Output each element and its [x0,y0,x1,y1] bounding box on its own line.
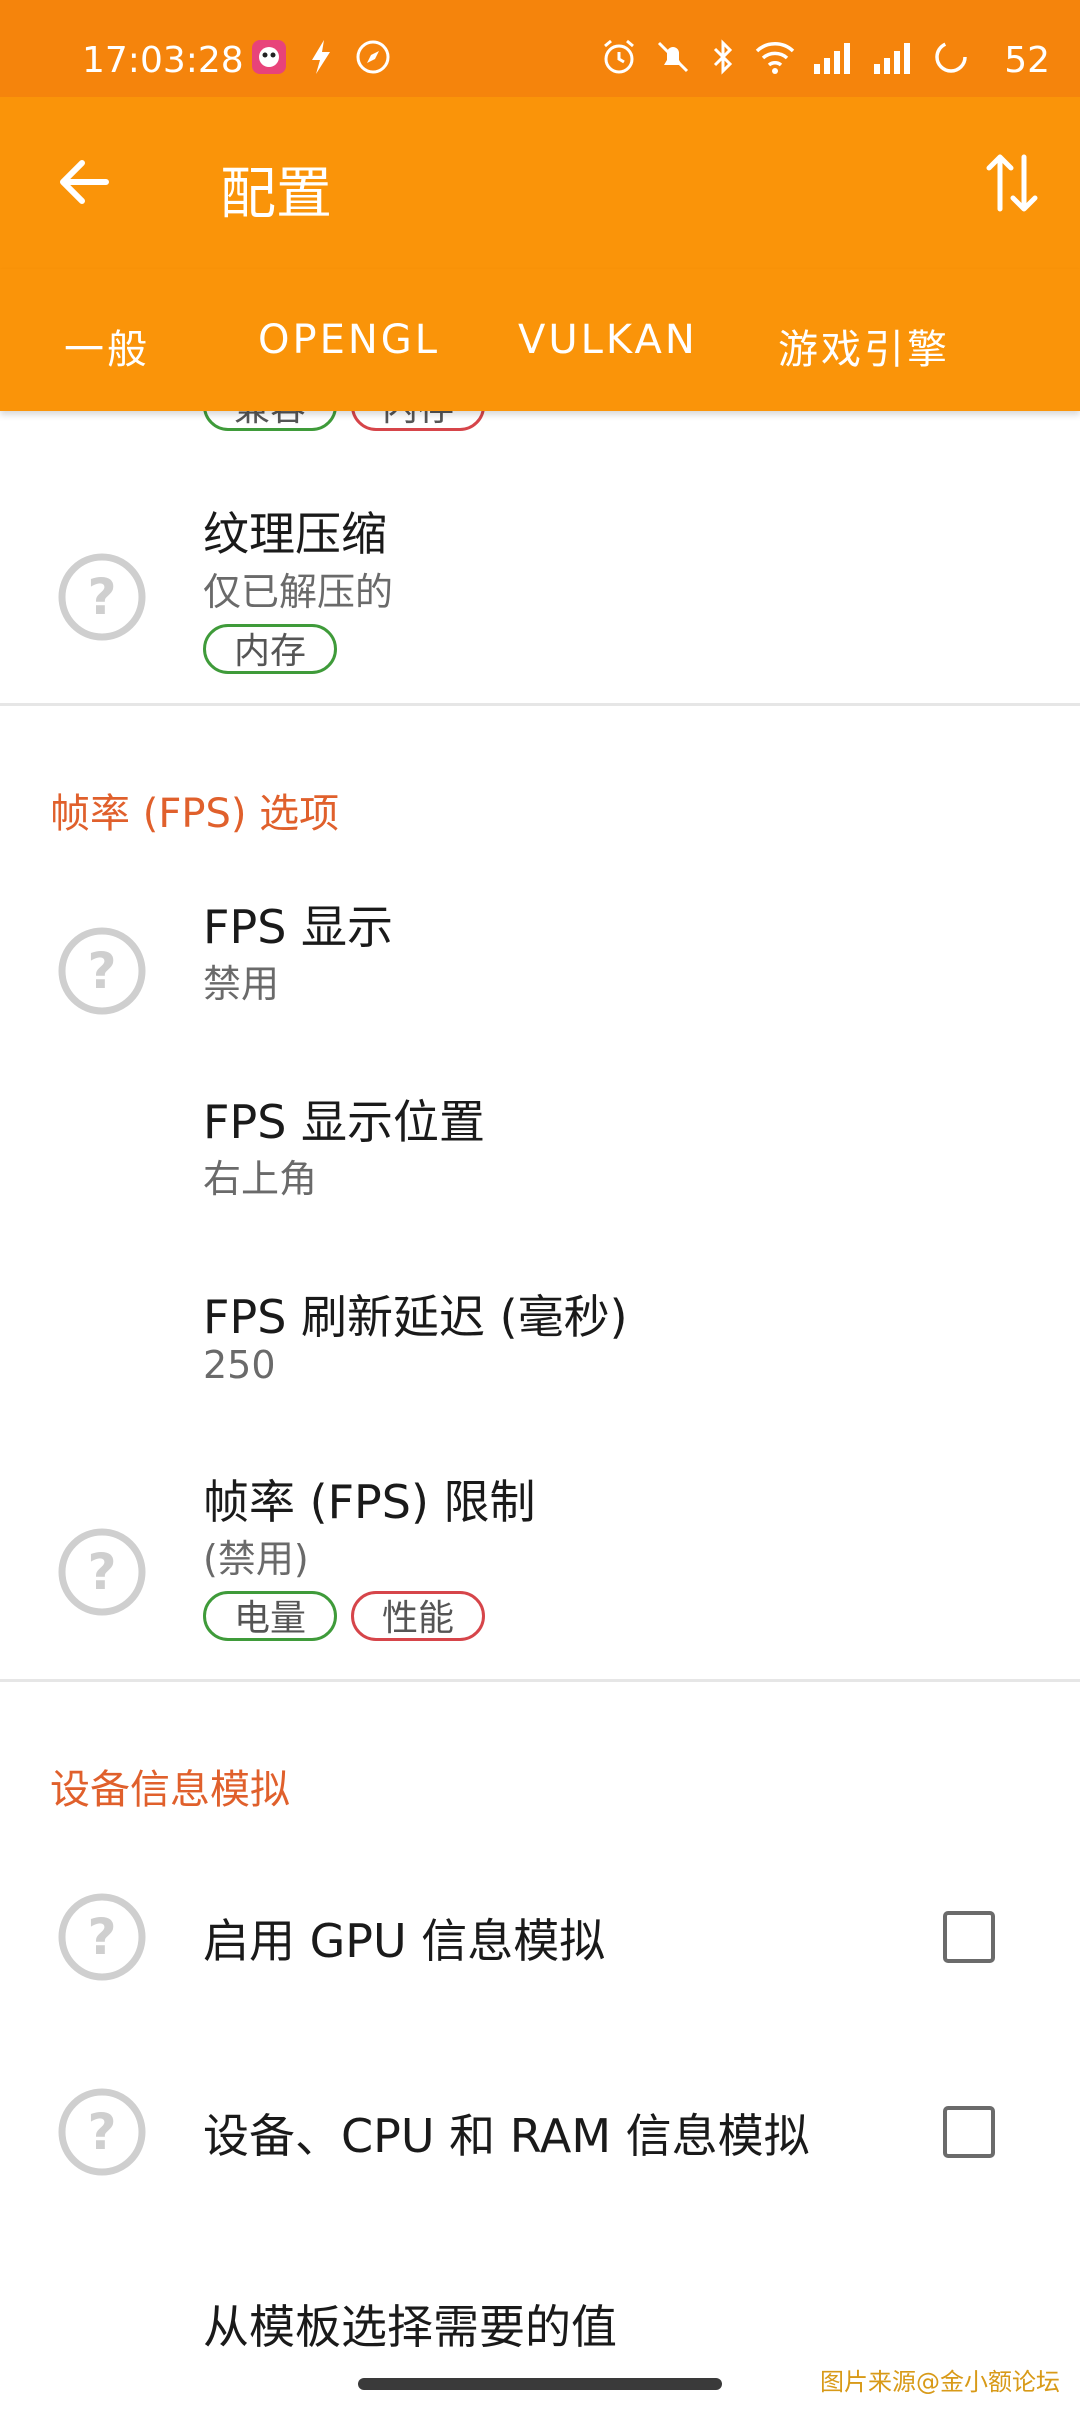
section-header-fps: 帧率 (FPS) 选项 [50,791,340,837]
tab-game-engine[interactable]: 游戏引擎 [778,317,950,375]
tab-opengl[interactable]: OPENGL [258,317,440,363]
signal-icon [874,43,910,74]
battery-level: 52 [1004,40,1050,81]
setting-chips: 电量 性能 [203,1591,499,1641]
setting-value: 250 [203,1343,276,1387]
section-header-device-info: 设备信息模拟 [50,1767,290,1813]
setting-title: 纹理压缩 [203,507,387,561]
svg-text:?: ? [87,1543,116,1601]
battery-ring-icon [935,41,967,73]
app-notification-icon [252,40,286,74]
chip-battery: 电量 [203,1591,338,1641]
svg-text:?: ? [87,1908,116,1966]
status-right-icons [600,38,970,76]
setting-gpu-info-spoof[interactable]: ? 启用 GPU 信息模拟 [0,1861,1080,2011]
help-icon[interactable]: ? [56,925,148,1017]
setting-title: FPS 显示位置 [203,1095,486,1149]
tab-bar: 一般 OPENGL VULKAN 游戏引擎 [0,269,1080,411]
setting-fps-limit[interactable]: ? 帧率 (FPS) 限制 (禁用) 电量 性能 [0,1456,1080,1676]
alarm-icon [604,39,634,74]
tab-vulkan[interactable]: VULKAN [518,317,698,363]
back-arrow-icon[interactable] [54,152,114,212]
help-icon[interactable]: ? [56,1891,148,1983]
setting-title: FPS 显示 [203,900,394,954]
divider [0,1679,1080,1682]
setting-title: FPS 刷新延迟 (毫秒) [203,1290,628,1344]
svg-text:?: ? [87,568,116,626]
chip-memory: 内存 [203,624,338,674]
setting-title: 设备、CPU 和 RAM 信息模拟 [203,2109,810,2163]
gesture-nav-bar[interactable] [358,2378,722,2390]
setting-chips: 内存 [203,624,351,674]
setting-value: (禁用) [203,1537,309,1581]
setting-fps-position[interactable]: FPS 显示位置 右上角 [0,1076,1080,1246]
divider [0,703,1080,706]
setting-title: 帧率 (FPS) 限制 [203,1475,536,1529]
setting-value: 仅已解压的 [203,570,394,614]
setting-fps-refresh-delay[interactable]: FPS 刷新延迟 (毫秒) 250 [0,1271,1080,1441]
setting-value: 右上角 [203,1157,318,1201]
mute-icon [657,41,689,73]
status-bar: 17:03:28 52 [0,0,1080,97]
watermark: 图片来源@金小额论坛 [820,2368,1060,2396]
setting-texture-compression[interactable]: ? 纹理压缩 仅已解压的 内存 [0,466,1080,706]
setting-device-cpu-ram-spoof[interactable]: ? 设备、CPU 和 RAM 信息模拟 [0,2056,1080,2206]
setting-value: 禁用 [203,962,280,1006]
help-icon[interactable]: ? [56,551,148,643]
signal-icon [814,43,850,74]
setting-title: 启用 GPU 信息模拟 [203,1914,606,1968]
status-left-icons [250,38,392,76]
page-title: 配置 [220,162,332,227]
help-icon[interactable]: ? [56,2086,148,2178]
setting-fps-display[interactable]: ? FPS 显示 禁用 [0,881,1080,1051]
gpu-info-checkbox[interactable] [943,1911,995,1963]
compass-icon [356,40,390,74]
app-bar: 配置 [0,97,1080,269]
bluetooth-icon [713,39,733,75]
chip-performance: 性能 [351,1591,486,1641]
sort-swap-icon[interactable] [982,149,1042,217]
svg-text:?: ? [87,942,116,1000]
device-cpu-ram-checkbox[interactable] [943,2106,995,2158]
wifi-icon [755,42,795,74]
flash-icon [312,40,330,74]
status-time: 17:03:28 [82,40,244,81]
svg-text:?: ? [87,2103,116,2161]
tab-general[interactable]: 一般 [64,317,150,375]
help-icon[interactable]: ? [56,1526,148,1618]
setting-title: 从模板选择需要的值 [203,2300,617,2354]
